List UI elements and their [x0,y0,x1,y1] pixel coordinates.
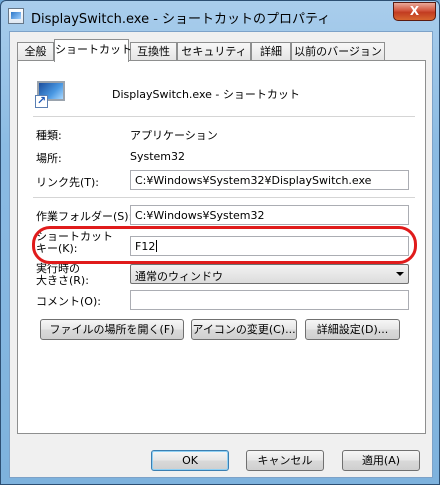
text-caret [156,240,158,252]
display-switch-icon: ↗ [35,77,67,109]
type-value: アプリケーション [130,129,218,142]
tab-details[interactable]: 詳細 [251,42,291,61]
tab-previous-versions[interactable]: 以前のバージョン [291,42,385,61]
shortcut-app-icon [8,8,24,24]
window-title: DisplaySwitch.exe - ショートカットのプロパティ [31,12,331,27]
tab-strip: 全般 ショートカット 互換性 セキュリティ 詳細 以前のバージョン [17,39,427,62]
shortcut-panel: ↗ DisplaySwitch.exe - ショートカット 種類: アプリケーシ… [17,60,426,434]
tab-shortcut[interactable]: ショートカット [54,39,132,62]
type-label: 種類: [36,129,62,142]
separator [33,116,415,117]
apply-button[interactable]: 適用(A) [342,450,420,471]
cancel-button[interactable]: キャンセル [246,450,324,471]
advanced-button[interactable]: 詳細設定(D)... [305,319,400,340]
close-button[interactable]: X [393,2,436,21]
hotkey-field[interactable]: F12 [130,236,409,256]
chevron-down-icon [396,272,404,276]
run-size-label: 実行時の 大きさ(R): [36,262,89,287]
tab-security[interactable]: セキュリティ [177,42,251,61]
properties-window: DisplaySwitch.exe - ショートカットのプロパティ X 全般 シ… [0,0,440,485]
change-icon-button[interactable]: アイコンの変更(C)... [191,319,297,340]
shortcut-name: DisplaySwitch.exe - ショートカット [112,88,300,101]
open-file-location-button[interactable]: ファイルの場所を開く(F) [40,319,184,340]
location-value: System32 [130,150,186,163]
ok-button[interactable]: OK [151,450,229,471]
tab-compatibility[interactable]: 互換性 [130,42,177,61]
title-bar[interactable]: DisplaySwitch.exe - ショートカットのプロパティ X [1,1,439,31]
separator [33,197,415,198]
target-field[interactable]: C:¥Windows¥System32¥DisplaySwitch.exe [130,170,409,190]
start-in-label: 作業フォルダー(S): [36,210,133,223]
tab-general[interactable]: 全般 [17,42,54,61]
dialog-body: 全般 ショートカット 互換性 セキュリティ 詳細 以前のバージョン ↗ Disp… [9,31,433,478]
location-label: 場所: [36,152,62,165]
target-label: リンク先(T): [36,176,100,189]
run-size-select[interactable]: 通常のウィンドウ [130,264,409,284]
hotkey-label: ショートカット キー(K): [36,230,113,255]
comment-field[interactable] [130,290,409,310]
comment-label: コメント(O): [36,295,101,308]
start-in-field[interactable]: C:¥Windows¥System32 [130,205,409,225]
